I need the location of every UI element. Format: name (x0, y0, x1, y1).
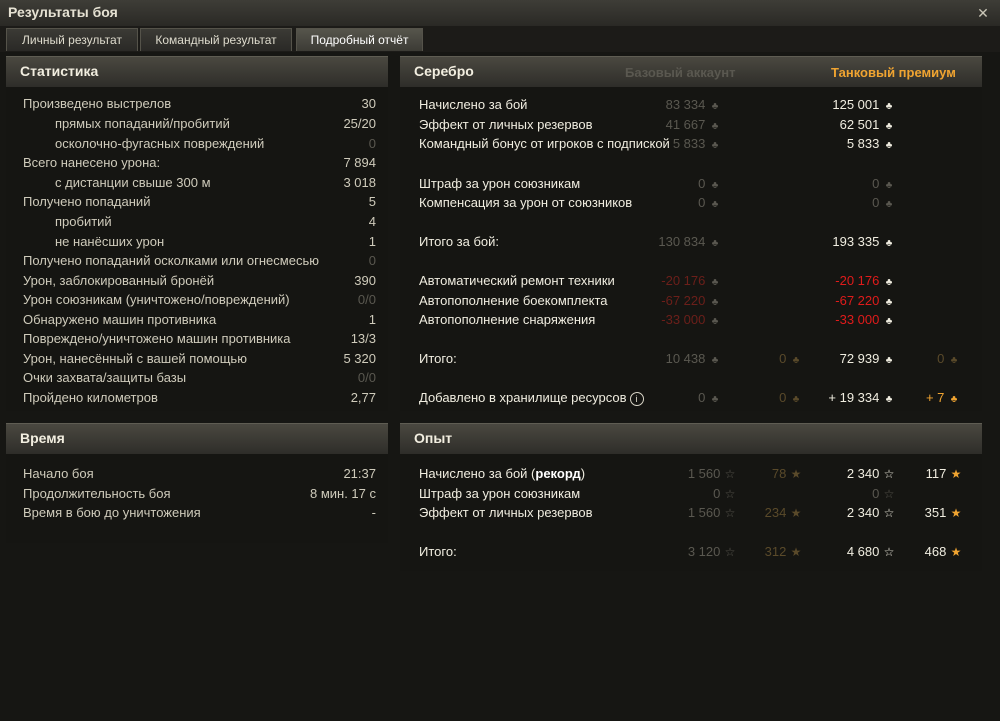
credits-icon: ♣ (885, 180, 893, 191)
silver-title: Серебро (414, 63, 474, 79)
xp-row: Эффект от личных резервов 1 560 ☆ 234 ★ … (419, 505, 962, 520)
silver-row: Автоматический ремонт техники -20 176 ♣ … (0, 271, 1000, 290)
window-titlebar: Результаты боя ✕ (0, 0, 1000, 27)
xp-icon: ☆ (724, 487, 736, 501)
credits-icon: ♣ (711, 355, 719, 366)
free-xp-icon: ★ (790, 467, 802, 481)
xp-icon: ☆ (724, 545, 736, 559)
xp-row: Начислено за бой (рекорд) 1 560 ☆ 78 ★ 2… (419, 466, 962, 481)
silver-row: Итого: 10 438 ♣ 0 ♣ 72 939 ♣ 0 ♣ (0, 349, 1000, 368)
free-xp-icon: ★ (950, 467, 962, 481)
tab-personal-result[interactable]: Личный результат (6, 28, 138, 51)
free-xp-icon: ★ (950, 506, 962, 520)
xp-icon: ☆ (724, 506, 736, 520)
xp-icon: ☆ (883, 467, 895, 481)
gold-icon: ♣ (792, 355, 800, 366)
xp-title: Опыт (414, 430, 453, 446)
stats-row: Получено попаданий осколками или огнесме… (23, 253, 376, 268)
credits-icon: ♣ (885, 238, 893, 249)
info-icon[interactable]: i (629, 391, 644, 406)
silver-row: Начислено за бой 83 334 ♣ 125 001 ♣ (0, 95, 1000, 114)
stats-row: пробитий 4 (55, 214, 376, 229)
gold-icon: ♣ (950, 355, 958, 366)
credits-icon: ♣ (711, 238, 719, 249)
xp-header: Опыт (400, 423, 982, 454)
xp-icon: ☆ (883, 545, 895, 559)
silver-row: Компенсация за урон от союзников 0 ♣ 0 ♣ (0, 193, 1000, 212)
report-content: Статистика Время Серебро Базовый аккаунт… (0, 52, 1000, 721)
credits-icon: ♣ (885, 277, 893, 288)
credits-icon: ♣ (711, 316, 719, 327)
credits-icon: ♣ (711, 140, 719, 151)
stats-row: Очки захвата/защиты базы 0/0 (23, 370, 376, 385)
xp-icon: ☆ (883, 487, 895, 501)
silver-row: Эффект от личных резервов 41 667 ♣ 62 50… (0, 115, 1000, 134)
silver-row: Итого за бой: 130 834 ♣ 193 335 ♣ (0, 232, 1000, 251)
silver-header: Серебро Базовый аккаунт Танковый премиум (400, 56, 982, 87)
credits-icon: ♣ (711, 394, 719, 405)
tab-bar: Личный результат Командный результат Под… (0, 26, 1000, 52)
basic-account-column-header: Базовый аккаунт (625, 65, 736, 80)
silver-row: Автопополнение боекомплекта -67 220 ♣ -6… (0, 291, 1000, 310)
credits-icon: ♣ (885, 101, 893, 112)
free-xp-icon: ★ (790, 545, 802, 559)
xp-row: Штраф за урон союзникам 0 ☆ 0 ☆ (419, 486, 895, 501)
premium-account-column-header: Танковый премиум (831, 65, 956, 80)
gold-icon: ♣ (792, 394, 800, 405)
free-xp-icon: ★ (790, 506, 802, 520)
window-title: Результаты боя (8, 4, 118, 20)
gold-icon: ♣ (950, 394, 958, 405)
credits-icon: ♣ (885, 297, 893, 308)
credits-icon: ♣ (885, 316, 893, 327)
xp-icon: ☆ (724, 467, 736, 481)
credits-icon: ♣ (885, 199, 893, 210)
silver-row: Автопополнение снаряжения -33 000 ♣ -33 … (0, 310, 1000, 329)
credits-icon: ♣ (711, 101, 719, 112)
silver-row: Командный бонус от игроков с подпиской 5… (0, 134, 1000, 153)
stats-row: Повреждено/уничтожено машин противника 13… (23, 331, 376, 346)
time-header: Время (6, 423, 388, 454)
credits-icon: ♣ (885, 394, 893, 405)
credits-icon: ♣ (711, 199, 719, 210)
credits-icon: ♣ (885, 121, 893, 132)
credits-icon: ♣ (711, 121, 719, 132)
credits-icon: ♣ (885, 355, 893, 366)
tab-team-result[interactable]: Командный результат (140, 28, 292, 51)
silver-row: Штраф за урон союзникам 0 ♣ 0 ♣ (0, 174, 1000, 193)
close-icon[interactable]: ✕ (974, 4, 992, 22)
stats-header: Статистика (6, 56, 388, 87)
time-panel: Время (6, 423, 388, 543)
stats-title: Статистика (20, 63, 99, 79)
silver-row: Добавлено в хранилище ресурсов i 0 ♣ 0 ♣ … (0, 388, 1000, 407)
tab-detailed-report[interactable]: Подробный отчёт (296, 28, 423, 51)
free-xp-icon: ★ (950, 545, 962, 559)
time-title: Время (20, 430, 65, 446)
credits-icon: ♣ (885, 140, 893, 151)
credits-icon: ♣ (711, 180, 719, 191)
xp-icon: ☆ (883, 506, 895, 520)
credits-icon: ♣ (711, 297, 719, 308)
xp-row: Итого: 3 120 ☆ 312 ★ 4 680 ☆ 468 ★ (419, 544, 962, 559)
stats-row: Всего нанесено урона: 7 894 (23, 155, 376, 170)
credits-icon: ♣ (711, 277, 719, 288)
